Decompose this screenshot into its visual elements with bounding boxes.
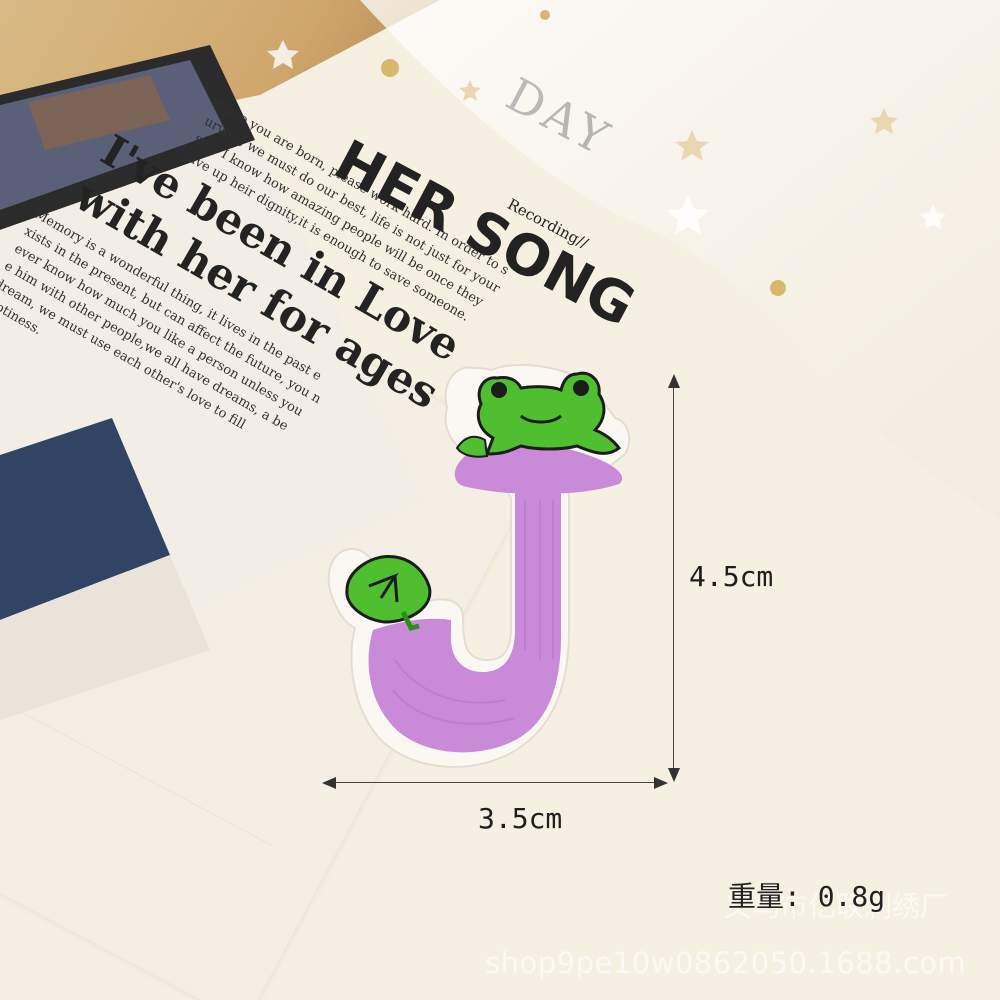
width-label: 3.5cm: [478, 802, 563, 835]
weight-label: 重量: 0.8g: [728, 880, 886, 913]
arrow-right-icon: [654, 777, 668, 789]
arrow-up-icon: [668, 374, 680, 388]
letter-j-patch: [327, 363, 631, 768]
height-label: 4.5cm: [689, 560, 774, 593]
product-photo-scene: I've been in Love with her for ages Sinc…: [0, 0, 1000, 1000]
arrow-left-icon: [322, 777, 336, 789]
height-measure-line: [673, 382, 674, 774]
watermark-url: shop9pe10w0862050.1688.com: [485, 946, 967, 980]
width-measure-line: [330, 782, 660, 783]
patch-frog: [455, 371, 622, 458]
